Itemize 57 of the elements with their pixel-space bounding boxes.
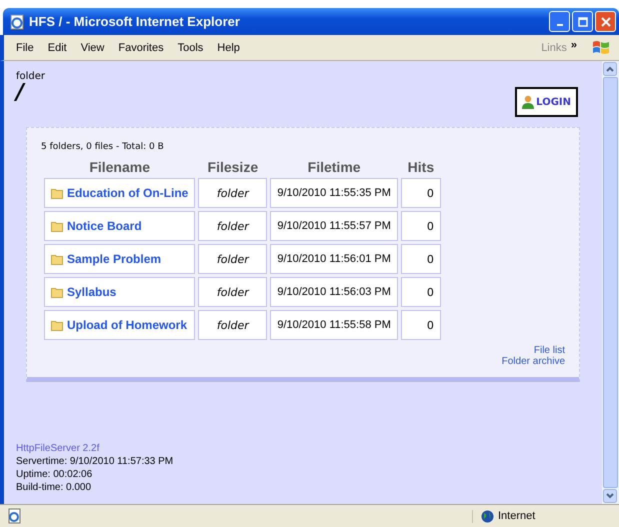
column-header[interactable]: Hits <box>400 159 441 175</box>
maximize-button[interactable] <box>572 11 593 32</box>
column-header[interactable]: Filetime <box>270 159 398 175</box>
window-title: HFS / - Microsoft Internet Explorer <box>29 14 241 29</box>
login-button[interactable]: LOGIN <box>515 87 578 117</box>
server-info: Uptime: 00:02:06 <box>16 468 94 481</box>
table-cell: 9/10/2010 11:56:01 PM <box>270 244 398 274</box>
folder-icon <box>51 320 63 330</box>
table-cell: 0 <box>400 310 441 340</box>
side-link[interactable]: File list <box>534 345 565 356</box>
table-cell: folder <box>198 244 268 274</box>
table-cell: folder <box>198 277 268 307</box>
scroll-thumb[interactable] <box>603 77 618 488</box>
menu-item[interactable]: Tools <box>178 42 204 54</box>
table-cell: 9/10/2010 11:56:03 PM <box>270 277 398 307</box>
folder-icon <box>51 188 63 198</box>
close-button[interactable] <box>595 11 616 32</box>
scroll-down-icon[interactable] <box>603 489 617 503</box>
server-info: Build-time: 0.000 <box>16 481 92 494</box>
scroll-up-icon[interactable] <box>603 62 617 76</box>
scrollbar[interactable] <box>602 61 619 504</box>
table-cell: 0 <box>400 244 441 274</box>
globe-icon <box>481 510 494 522</box>
close-icon <box>600 16 610 26</box>
table-cell: 9/10/2010 11:55:57 PM <box>270 211 398 241</box>
menu-item[interactable]: Edit <box>48 42 67 54</box>
server-link[interactable]: HttpFileServer 2.2f <box>16 442 590 455</box>
minimize-icon <box>556 24 562 26</box>
column-header[interactable]: Filesize <box>198 159 268 175</box>
maximize-icon <box>578 16 588 26</box>
minimize-button[interactable] <box>549 11 570 32</box>
table-cell: folder <box>198 178 268 208</box>
folder-icon <box>51 254 63 264</box>
table-cell: 0 <box>400 277 441 307</box>
server-info: Servertime: 9/10/2010 11:57:33 PM <box>16 455 174 468</box>
column-header[interactable]: Filename <box>44 159 196 175</box>
links-chevron[interactable]: » <box>570 38 577 50</box>
menu-item[interactable]: Favorites <box>118 42 164 54</box>
table-cell: folder <box>198 310 268 340</box>
menu-item[interactable]: View <box>80 42 104 54</box>
user-icon <box>522 95 534 109</box>
summary-text: 5 folders, 0 files - Total: 0 B <box>41 142 165 152</box>
table-cell: 9/10/2010 11:55:58 PM <box>270 310 398 340</box>
folder-icon <box>51 286 63 298</box>
table-cell: 9/10/2010 11:55:35 PM <box>270 178 398 208</box>
side-link[interactable]: Folder archive <box>502 356 565 367</box>
zone-label: Internet <box>498 510 536 522</box>
folder-caption: folder <box>16 71 46 82</box>
table-cell: 0 <box>400 211 441 241</box>
menu-item[interactable]: File <box>16 42 34 54</box>
menu-item[interactable]: Help <box>217 42 240 54</box>
folder-icon <box>51 220 63 232</box>
folder-path: / <box>16 82 26 104</box>
page-icon <box>8 508 22 524</box>
table-cell: folder <box>198 211 268 241</box>
browser-icon <box>9 14 25 30</box>
table-cell: 0 <box>400 178 441 208</box>
